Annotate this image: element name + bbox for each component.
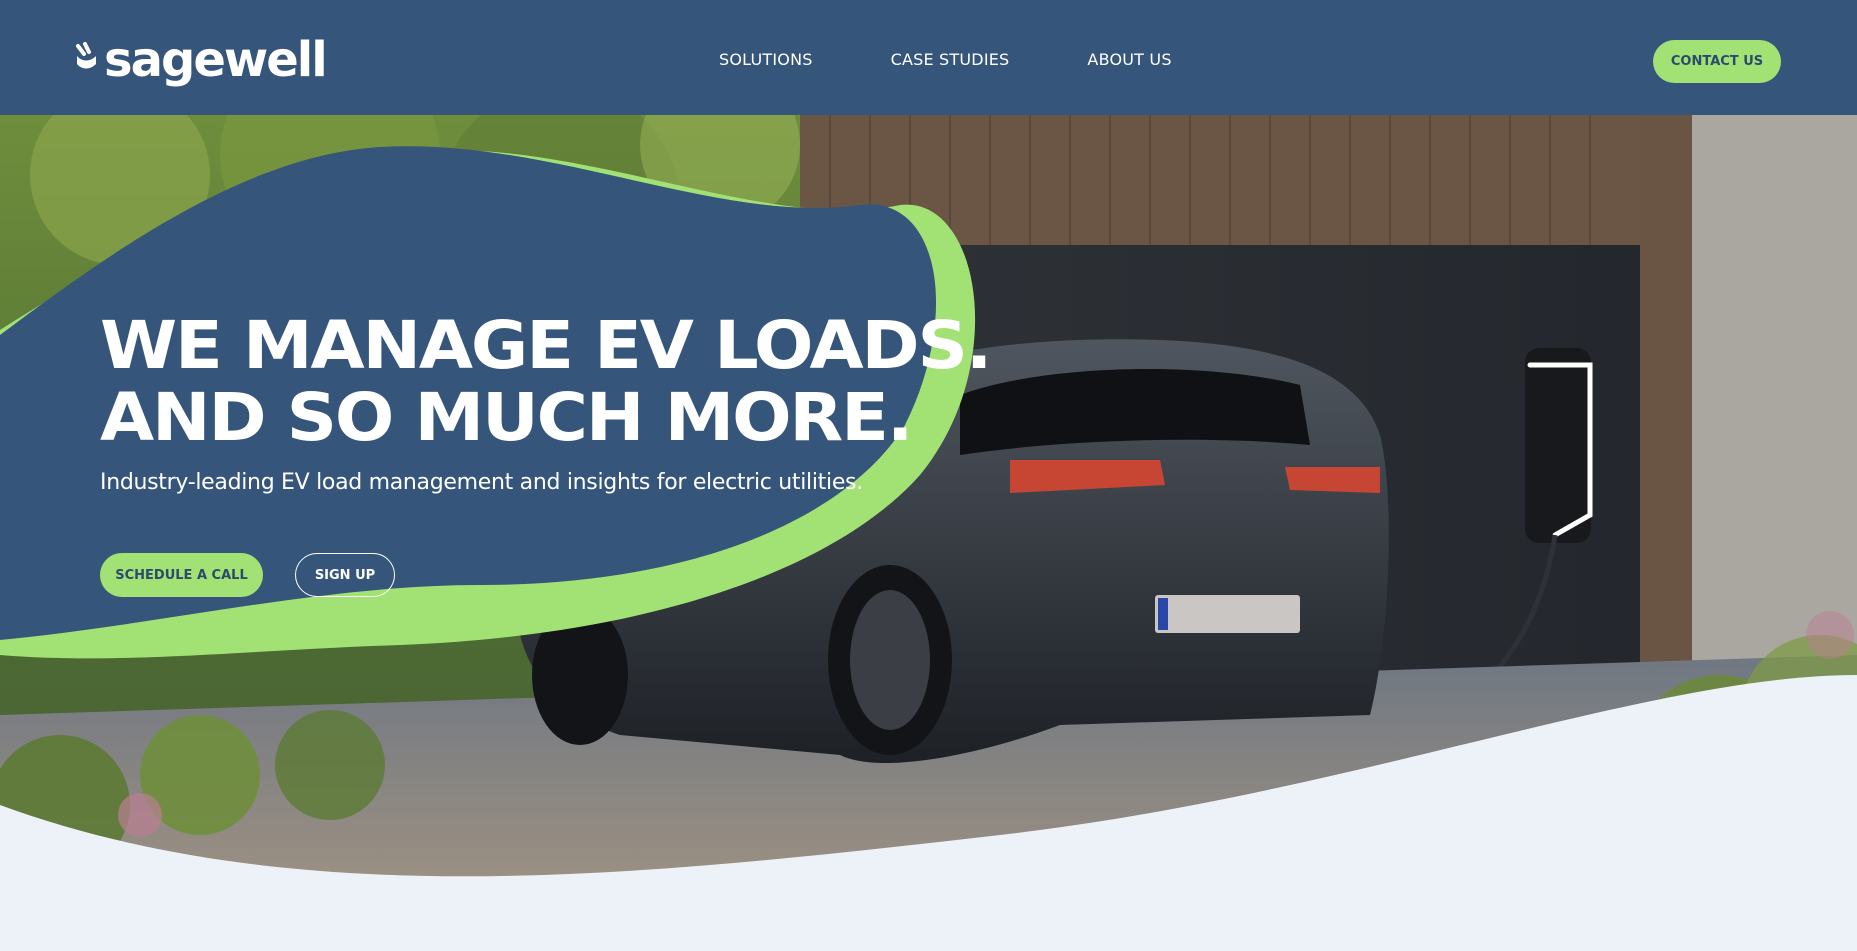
site-header: sagewell SOLUTIONS CASE STUDIES ABOUT US… bbox=[0, 0, 1857, 115]
logo-wordmark: sagewell bbox=[104, 32, 328, 88]
headline-line-1: WE MANAGE EV LOADS. bbox=[100, 307, 992, 384]
schedule-call-button[interactable]: SCHEDULE A CALL bbox=[100, 553, 263, 597]
sign-up-button[interactable]: SIGN UP bbox=[295, 553, 395, 597]
headline-line-2: AND SO MUCH MORE. bbox=[100, 379, 913, 456]
hero-copy: WE MANAGE EV LOADS. AND SO MUCH MORE. In… bbox=[100, 310, 992, 496]
contact-us-button[interactable]: CONTACT US bbox=[1653, 40, 1781, 83]
hero-headline: WE MANAGE EV LOADS. AND SO MUCH MORE. bbox=[100, 307, 992, 456]
hero-cta-row: SCHEDULE A CALL SIGN UP bbox=[100, 553, 395, 597]
hero-subhead: Industry-leading EV load management and … bbox=[100, 470, 863, 495]
nav-about-us[interactable]: ABOUT US bbox=[1087, 50, 1171, 69]
plug-icon bbox=[76, 42, 96, 69]
logo[interactable]: sagewell bbox=[74, 32, 328, 88]
main-nav: SOLUTIONS CASE STUDIES ABOUT US bbox=[719, 50, 1172, 69]
nav-solutions[interactable]: SOLUTIONS bbox=[719, 50, 813, 69]
hero-image bbox=[0, 115, 1857, 951]
hero-section: WE MANAGE EV LOADS. AND SO MUCH MORE. In… bbox=[0, 115, 1857, 951]
nav-case-studies[interactable]: CASE STUDIES bbox=[891, 50, 1010, 69]
